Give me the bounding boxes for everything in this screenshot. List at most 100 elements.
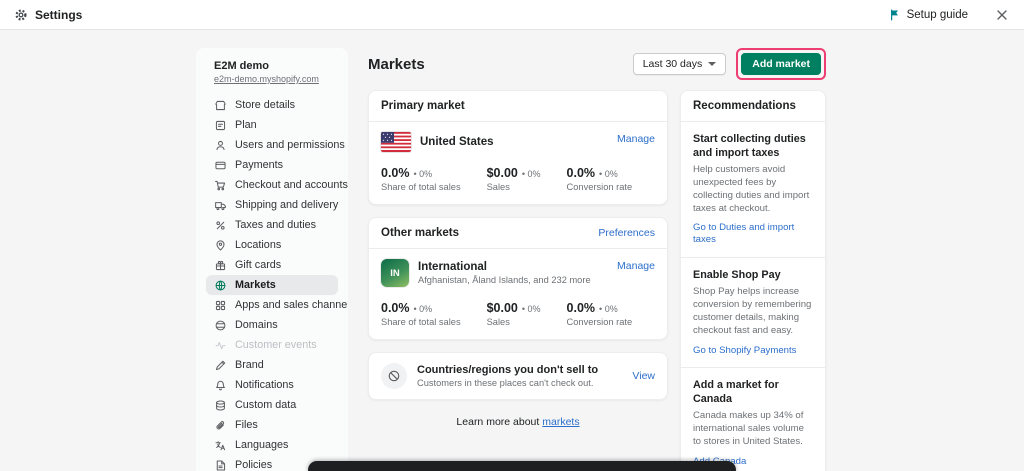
sidebar-item-label: Plan (235, 119, 257, 131)
store-name: E2M demo (214, 60, 330, 72)
sidebar-item-apps-and-sales-channels[interactable]: Apps and sales channels (206, 295, 338, 315)
primary-market-card: Primary market (368, 90, 668, 205)
recommendations-title: Recommendations (693, 100, 796, 112)
topbar: Settings Setup guide (0, 0, 1024, 30)
sidebar-item-label: Apps and sales channels (235, 299, 348, 311)
other-markets-card: Other markets Preferences IN Internation… (368, 217, 668, 340)
view-link[interactable]: View (632, 370, 655, 382)
shopify-payments-link[interactable]: Go to Shopify Payments (693, 345, 796, 357)
sidebar-item-shipping-and-delivery[interactable]: Shipping and delivery (206, 195, 338, 215)
sidebar-item-label: Customer events (235, 339, 317, 351)
date-range-label: Last 30 days (643, 58, 703, 70)
sidebar-item-label: Shipping and delivery (235, 199, 338, 211)
sidebar-item-payments[interactable]: Payments (206, 155, 338, 175)
other-market-name: International (418, 261, 591, 273)
payments-icon (214, 159, 227, 172)
stat-delta: • 0% (522, 169, 541, 179)
store-url-link[interactable]: e2m-demo.myshopify.com (214, 74, 319, 84)
sidebar-item-users-and-permissions[interactable]: Users and permissions (206, 135, 338, 155)
customer-events-icon (214, 339, 227, 352)
main-header: Markets Last 30 days Add market (368, 48, 826, 80)
custom-data-icon (214, 399, 227, 412)
learn-more-markets-link[interactable]: markets (542, 416, 579, 428)
sidebar-item-label: Checkout and accounts (235, 179, 348, 191)
chevron-down-icon (708, 62, 716, 66)
stat-delta: • 0% (522, 304, 541, 314)
primary-market-card-title: Primary market (381, 100, 465, 112)
sidebar-item-brand[interactable]: Brand (206, 355, 338, 375)
sidebar-item-label: Locations (235, 239, 281, 251)
sidebar-item-notifications[interactable]: Notifications (206, 375, 338, 395)
stat-value: 0.0% (381, 301, 410, 315)
recommendation-item: Start collecting duties and import taxes… (681, 122, 825, 258)
sidebar-item-label: Brand (235, 359, 264, 371)
sidebar-item-markets[interactable]: Markets (206, 275, 338, 295)
recommendations-column: Recommendations Start collecting duties … (680, 90, 826, 471)
checkout-icon (214, 179, 227, 192)
setup-guide-button[interactable]: Setup guide (889, 9, 968, 21)
sidebar-item-locations[interactable]: Locations (206, 235, 338, 255)
sidebar-item-customer-events[interactable]: Customer events (206, 335, 338, 355)
primary-market-name: United States (420, 136, 494, 148)
sidebar-item-label: Custom data (235, 399, 296, 411)
stat-share-of-total-sales: 0.0% • 0% Share of total sales (381, 166, 461, 192)
stat-delta: • 0% (599, 169, 618, 179)
sidebar-item-taxes-and-duties[interactable]: Taxes and duties (206, 215, 338, 235)
annotation-highlight-box: Add market (736, 48, 826, 80)
sidebar-item-languages[interactable]: Languages (206, 435, 338, 455)
main-content: Markets Last 30 days Add market Primary … (368, 48, 826, 471)
excluded-countries-subtitle: Customers in these places can't check ou… (417, 378, 598, 388)
stat-conversion-rate: 0.0% • 0% Conversion rate (567, 166, 633, 192)
sidebar-item-gift-cards[interactable]: Gift cards (206, 255, 338, 275)
excluded-countries-title: Countries/regions you don't sell to (417, 364, 598, 376)
shipping-icon (214, 199, 227, 212)
primary-market-manage-link[interactable]: Manage (617, 133, 655, 145)
sidebar-item-label: Policies (235, 459, 272, 471)
preferences-link[interactable]: Preferences (598, 227, 655, 239)
other-market-manage-link[interactable]: Manage (617, 260, 655, 272)
stat-label: Share of total sales (381, 182, 461, 192)
gift-icon (214, 259, 227, 272)
sidebar-item-store-details[interactable]: Store details (206, 95, 338, 115)
sidebar-item-label: Markets (235, 279, 276, 291)
window-title: Settings (35, 8, 82, 22)
us-flag-icon (381, 132, 411, 152)
sidebar-item-custom-data[interactable]: Custom data (206, 395, 338, 415)
date-range-dropdown[interactable]: Last 30 days (633, 53, 727, 75)
excluded-countries-card: Countries/regions you don't sell to Cust… (368, 352, 668, 400)
stat-label: Conversion rate (567, 182, 633, 192)
stat-label: Conversion rate (567, 317, 633, 327)
notifications-icon (214, 379, 227, 392)
sidebar-item-plan[interactable]: Plan (206, 115, 338, 135)
sidebar-item-label: Users and permissions (235, 139, 345, 151)
stat-conversion-rate: 0.0% • 0% Conversion rate (567, 301, 633, 327)
other-markets-card-title: Other markets (381, 227, 459, 239)
sidebar-item-domains[interactable]: Domains (206, 315, 338, 335)
users-icon (214, 139, 227, 152)
add-market-button[interactable]: Add market (741, 53, 821, 75)
recommendation-item: Add a market for Canada Canada makes up … (681, 368, 825, 471)
close-icon[interactable] (994, 7, 1010, 23)
recommendation-heading: Enable Shop Pay (693, 268, 813, 282)
sidebar-item-checkout-and-accounts[interactable]: Checkout and accounts (206, 175, 338, 195)
taxes-icon (214, 219, 227, 232)
sidebar-item-label: Gift cards (235, 259, 281, 271)
stat-delta: • 0% (414, 169, 433, 179)
plan-icon (214, 119, 227, 132)
sidebar-item-label: Taxes and duties (235, 219, 316, 231)
duties-import-taxes-link[interactable]: Go to Duties and import taxes (693, 222, 813, 247)
sidebar-item-files[interactable]: Files (206, 415, 338, 435)
stat-value: 0.0% (567, 166, 596, 180)
gear-icon (14, 8, 28, 22)
apps-icon (214, 299, 227, 312)
stat-value: $0.00 (487, 301, 518, 315)
stat-delta: • 0% (599, 304, 618, 314)
learn-more-text: Learn more about markets (368, 416, 668, 428)
stat-label: Sales (487, 317, 541, 327)
sidebar-item-label: Store details (235, 99, 295, 111)
sidebar-item-label: Domains (235, 319, 278, 331)
recommendation-heading: Add a market for Canada (693, 378, 813, 406)
stat-label: Sales (487, 182, 541, 192)
sidebar-item-label: Payments (235, 159, 283, 171)
recommendation-body: Shop Pay helps increase conversion by re… (693, 286, 813, 338)
